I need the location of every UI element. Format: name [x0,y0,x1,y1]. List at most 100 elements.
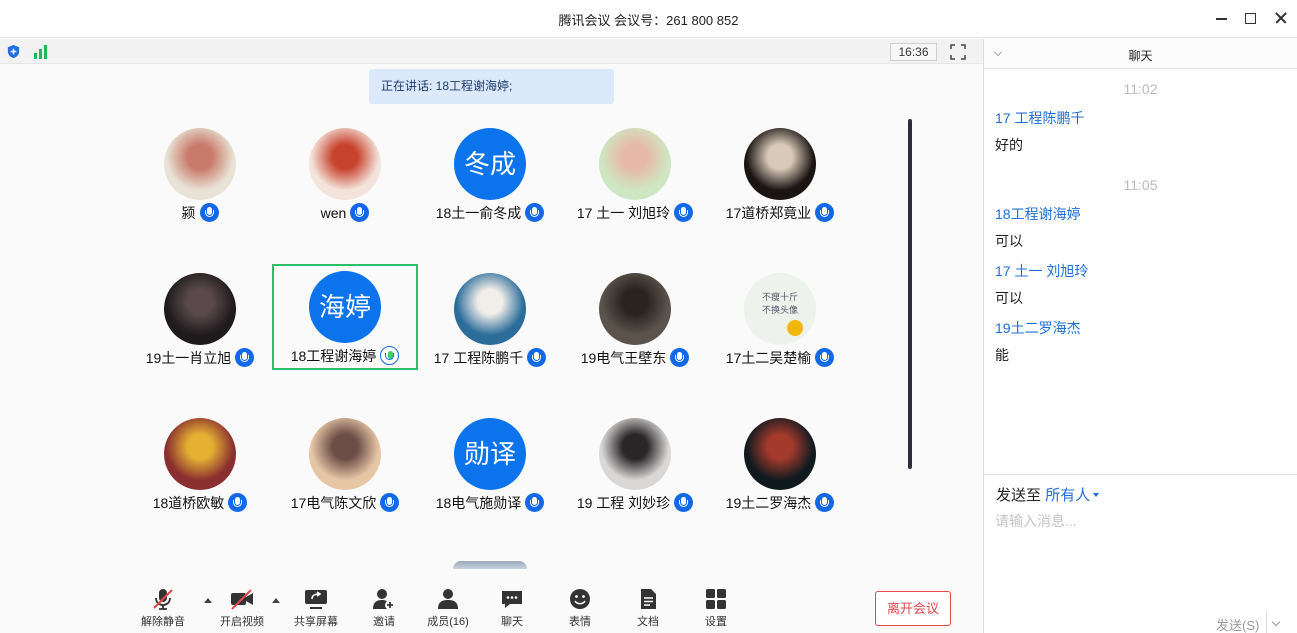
settings-button[interactable]: 设置 [686,588,746,632]
participant-name: 19电气王壁东 [580,350,667,366]
unmute-button[interactable]: 解除静音 [133,588,193,632]
send-to-label: 发送至 [996,487,1042,504]
share-screen-button[interactable]: 共享屏幕 [286,588,346,632]
participant-tile[interactable]: 19土二罗海杰 [707,411,853,517]
participant-tile[interactable]: 不瘦十斤不换头像 17土二吴楚榆 [707,266,853,372]
avatar: 冬成 [454,128,526,200]
start-video-button[interactable]: 开启视频 [212,588,272,632]
emoji-icon [570,589,590,609]
document-icon [641,589,656,609]
mic-icon [815,493,835,512]
maximize-button[interactable] [1243,10,1259,26]
unmute-label: 解除静音 [141,616,185,628]
chat-icon [502,591,522,608]
avatar [744,128,816,200]
avatar [599,418,671,490]
avatar [164,273,236,345]
avatar [599,128,671,200]
chat-panel: 聊天 11:02 17 工程陈鹏千好的 11:05 18工程谢海婷可以 17 土一 刘旭… [984,39,1297,633]
settings-label: 设置 [705,616,727,628]
add-user-icon [373,589,395,610]
invite-label: 邀请 [373,616,395,628]
security-shield-icon[interactable] [6,44,21,59]
chat-message-text: 可以 [995,290,1023,306]
settings-grid-icon [706,589,726,609]
mic-icon [350,203,370,222]
avatar-partial [453,561,527,569]
video-options-caret[interactable] [272,598,280,603]
mic-icon [815,348,835,367]
mic-icon [199,203,219,222]
participant-name: 18工程谢海婷 [290,348,377,364]
meeting-status-bar: 16:36 [0,39,983,64]
invite-button[interactable]: 邀请 [354,588,414,632]
participant-name: 19土二罗海杰 [725,495,812,511]
send-button[interactable]: 发送(S) [1216,615,1259,633]
avatar-caption: 不换头像 [761,305,798,315]
participant-tile[interactable]: 17道桥郑竟业 [707,121,853,227]
chat-message-text: 能 [995,347,1009,363]
avatar-caption: 不瘦十斤 [761,292,798,302]
chat-message-text: 可以 [995,233,1023,249]
start-video-label: 开启视频 [220,616,264,628]
participant-name: 17电气陈文欣 [290,495,377,511]
avatar [454,273,526,345]
participant-name: 17 工程陈鹏千 [433,350,524,366]
chat-timestamp: 11:05 [1123,177,1158,193]
audio-options-caret[interactable] [204,598,212,603]
participant-name-row: 17土二吴楚榆 [677,348,883,368]
title-bar: 腾讯会议 会议号：261 800 852 [0,0,1297,38]
send-options-chevron-icon[interactable] [1271,617,1281,627]
close-button[interactable] [1273,10,1289,26]
participant-name-row: 17道桥郑竟业 [677,203,883,223]
mic-muted-icon [153,589,173,610]
chat-sender[interactable]: 17 工程陈鹏千 [995,108,1084,128]
participant-name: 18电气施勋译 [435,495,522,511]
send-to-target[interactable]: 所有人 [1045,487,1090,504]
mic-icon [815,203,835,222]
avatar [309,128,381,200]
window-title: 腾讯会议 会议号：261 800 852 [558,13,739,28]
avatar: 不瘦十斤 不换头像 [744,273,816,345]
smiley-icon [787,320,803,336]
share-screen-label: 共享屏幕 [294,616,338,628]
dropdown-caret-icon[interactable] [1093,493,1100,497]
participant-name: 颍 [181,205,196,221]
chat-message-list[interactable]: 11:02 17 工程陈鹏千 好的 11:05 18工程谢海婷 可以 17 土一 刘旭玲 可以… [984,69,1297,474]
meeting-clock: 16:36 [890,43,937,61]
share-screen-icon [305,590,327,609]
participant-name-row: 19土二罗海杰 [677,493,883,513]
chat-button[interactable]: 聊天 [482,588,542,632]
members-icon [438,589,458,609]
chat-sender[interactable]: 19土二罗海杰 [995,318,1081,338]
leave-meeting-button[interactable]: 离开会议 [875,591,951,626]
participant-name: wen [320,205,347,221]
chat-sender[interactable]: 17 土一 刘旭玲 [995,261,1088,281]
chat-message-text: 好的 [995,137,1023,153]
avatar [164,418,236,490]
chat-header: 聊天 [984,39,1297,69]
members-button[interactable]: 成员(16) [418,588,478,632]
participant-name: 17道桥郑竟业 [725,205,812,221]
meeting-area: 16:36 正在讲话: 18工程谢海婷; 颍 wen 冬成 18土一俞冬成 17 土一 … [0,39,983,633]
participant-name: 19土一肖立旭 [145,350,232,366]
avatar: 海婷 [309,271,381,343]
chat-title: 聊天 [1128,49,1153,63]
send-to-selector[interactable]: 发送至 所有人 [996,484,1100,505]
emoji-button[interactable]: 表情 [550,588,610,632]
avatar [309,418,381,490]
grid-scrollbar[interactable] [908,119,912,469]
fullscreen-icon[interactable] [950,44,966,60]
network-signal-icon[interactable] [33,44,49,59]
chat-sender[interactable]: 18工程谢海婷 [995,204,1081,224]
documents-button[interactable]: 文档 [618,588,678,632]
video-off-icon [231,589,253,610]
documents-label: 文档 [637,616,659,628]
emoji-label: 表情 [569,616,591,628]
minimize-button[interactable] [1214,10,1230,26]
send-divider [1266,611,1267,633]
avatar [164,128,236,200]
chat-timestamp: 11:02 [1123,81,1158,97]
chat-message-input[interactable]: 请输入消息... [995,511,1077,531]
participant-name: 17土二吴楚榆 [725,350,812,366]
